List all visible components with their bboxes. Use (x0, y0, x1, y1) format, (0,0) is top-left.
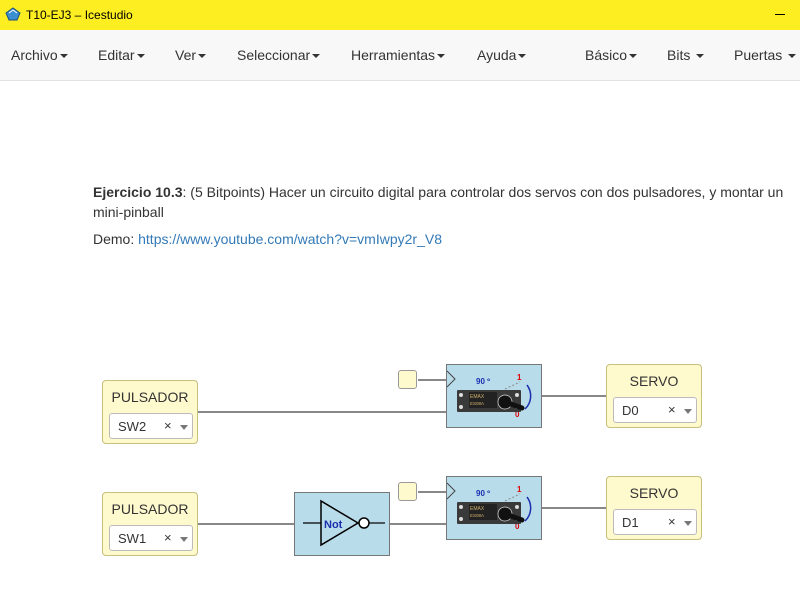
pin-select-d0[interactable]: D0 × (613, 397, 697, 423)
clear-icon[interactable]: × (668, 514, 676, 529)
menu-basico-label: Básico (585, 47, 628, 63)
menu-ayuda[interactable]: Ayuda (477, 47, 527, 63)
pulsador-block-sw1[interactable]: PULSADOR SW1 × (102, 492, 198, 556)
menu-seleccionar-label: Seleccionar (237, 47, 311, 63)
servo-model-label: ES08A (470, 401, 484, 406)
window-title: T10-EJ3 – Icestudio (26, 8, 133, 22)
menu-puertas[interactable]: Puertas (734, 47, 797, 63)
caret-down-icon (629, 54, 638, 59)
menu-bits-label: Bits (667, 47, 691, 63)
clear-icon[interactable]: × (668, 402, 676, 417)
exercise-heading: Ejercicio 10.3 (93, 184, 183, 200)
pin-select-sw2[interactable]: SW2 × (109, 413, 193, 439)
wire (418, 379, 446, 381)
not-gate-label: Not (324, 519, 343, 531)
servo-icon: 90 º 1 0 EMAX ES08A (446, 370, 532, 419)
caret-down-icon (312, 54, 321, 59)
servo-brand-label: EMAX (470, 506, 485, 512)
servo-brand-label: EMAX (470, 394, 485, 400)
pin-select-sw1[interactable]: SW1 × (109, 525, 193, 551)
caret-down-icon (788, 54, 797, 59)
pulsador-block-sw2[interactable]: PULSADOR SW2 × (102, 380, 198, 444)
pin-select-d1[interactable]: D1 × (613, 509, 697, 535)
wire (418, 491, 446, 493)
servo-icon: 90 º 1 0 EMAX ES08A (446, 482, 532, 531)
demo-line: Demo: https://www.youtube.com/watch?v=vm… (93, 231, 442, 247)
pulsador-label: PULSADOR (111, 389, 189, 405)
not-gate-block[interactable]: Not (294, 492, 390, 556)
pulsador-label: PULSADOR (111, 501, 189, 517)
servo-label: SERVO (629, 485, 679, 501)
not-gate-icon: Not (303, 499, 385, 547)
input-port-block[interactable] (398, 482, 417, 501)
wire (541, 395, 607, 397)
servo-controller-block-top[interactable]: 90 º 1 0 EMAX ES08A (446, 364, 542, 428)
servo-block-d1[interactable]: SERVO D1 × (606, 476, 702, 540)
pin-select-value: SW1 (118, 531, 147, 546)
menu-archivo[interactable]: Archivo (11, 47, 68, 63)
menu-archivo-label: Archivo (11, 47, 58, 63)
pin-select-value: D0 (622, 403, 639, 418)
servo-angle-label: 90 º (476, 489, 490, 498)
clear-icon[interactable]: × (164, 418, 172, 433)
menu-basico[interactable]: Básico (585, 47, 638, 63)
menu-ver[interactable]: Ver (175, 47, 207, 63)
caret-down-icon (59, 54, 68, 59)
menu-ver-label: Ver (175, 47, 197, 63)
dropdown-arrow-icon[interactable] (180, 537, 188, 542)
menu-ayuda-label: Ayuda (477, 47, 517, 63)
caret-down-icon (136, 54, 145, 59)
wire (197, 523, 294, 525)
dropdown-arrow-icon[interactable] (180, 425, 188, 430)
demo-label: Demo: (93, 231, 139, 247)
wire (197, 411, 446, 413)
menu-herramientas-label: Herramientas (351, 47, 436, 63)
servo-block-d0[interactable]: SERVO D0 × (606, 364, 702, 428)
clear-icon[interactable]: × (164, 530, 172, 545)
servo-model-label: ES08A (470, 513, 484, 518)
dropdown-arrow-icon[interactable] (684, 521, 692, 526)
menu-herramientas[interactable]: Herramientas (351, 47, 446, 63)
menu-editar-label: Editar (98, 47, 135, 63)
minimize-icon[interactable] (775, 14, 785, 15)
icestudio-app-icon (5, 7, 21, 21)
input-port-block[interactable] (398, 370, 417, 389)
pin-select-value: D1 (622, 515, 639, 530)
menu-bar: Archivo Editar Ver Seleccionar Herramien… (0, 30, 800, 81)
wire (541, 507, 607, 509)
servo-one-label: 1 (517, 485, 522, 494)
menu-puertas-label: Puertas (734, 47, 783, 63)
wire (389, 523, 446, 525)
caret-down-icon (198, 54, 207, 59)
menu-bits[interactable]: Bits (667, 47, 705, 63)
pin-select-value: SW2 (118, 419, 147, 434)
menu-editar[interactable]: Editar (98, 47, 145, 63)
exercise-description: Ejercicio 10.3: (5 Bitpoints) Hacer un c… (93, 182, 800, 222)
menu-seleccionar[interactable]: Seleccionar (237, 47, 321, 63)
caret-down-icon (696, 54, 705, 59)
servo-controller-block-bottom[interactable]: 90 º 1 0 EMAX ES08A (446, 476, 542, 540)
servo-one-label: 1 (517, 373, 522, 382)
title-bar: T10-EJ3 – Icestudio (0, 0, 800, 30)
caret-down-icon (518, 54, 527, 59)
servo-label: SERVO (629, 373, 679, 389)
servo-angle-label: 90 º (476, 377, 490, 386)
dropdown-arrow-icon[interactable] (684, 409, 692, 414)
exercise-text: : (5 Bitpoints) Hacer un circuito digita… (93, 184, 784, 220)
caret-down-icon (437, 54, 446, 59)
demo-link[interactable]: https://www.youtube.com/watch?v=vmIwpy2r… (138, 231, 442, 247)
